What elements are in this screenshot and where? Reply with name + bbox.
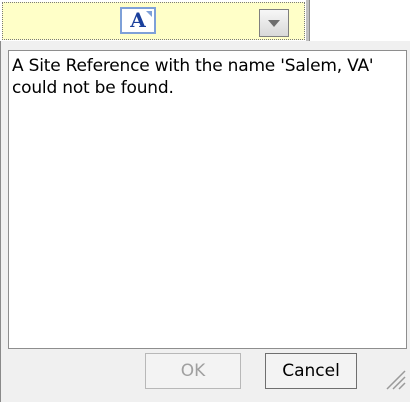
font-icon-corner [146, 11, 152, 17]
toolbar-dropdown-button[interactable] [259, 9, 289, 37]
resize-grip-icon[interactable] [379, 363, 407, 391]
formatting-toolbar: A [2, 2, 305, 40]
grip-line [392, 376, 406, 390]
message-area: A Site Reference with the name 'Salem, V… [8, 50, 407, 349]
screenshot-root: A A Site Reference with the name 'Salem,… [0, 0, 410, 402]
font-format-button[interactable]: A [120, 7, 156, 34]
font-icon: A [130, 8, 146, 32]
cancel-button[interactable]: Cancel [265, 353, 357, 389]
error-message: A Site Reference with the name 'Salem, V… [12, 56, 374, 98]
grip-line [398, 382, 406, 390]
window-edge [306, 0, 310, 44]
error-dialog: A Site Reference with the name 'Salem, V… [0, 41, 410, 402]
chevron-down-icon [268, 19, 280, 27]
ok-button[interactable]: OK [145, 353, 241, 389]
